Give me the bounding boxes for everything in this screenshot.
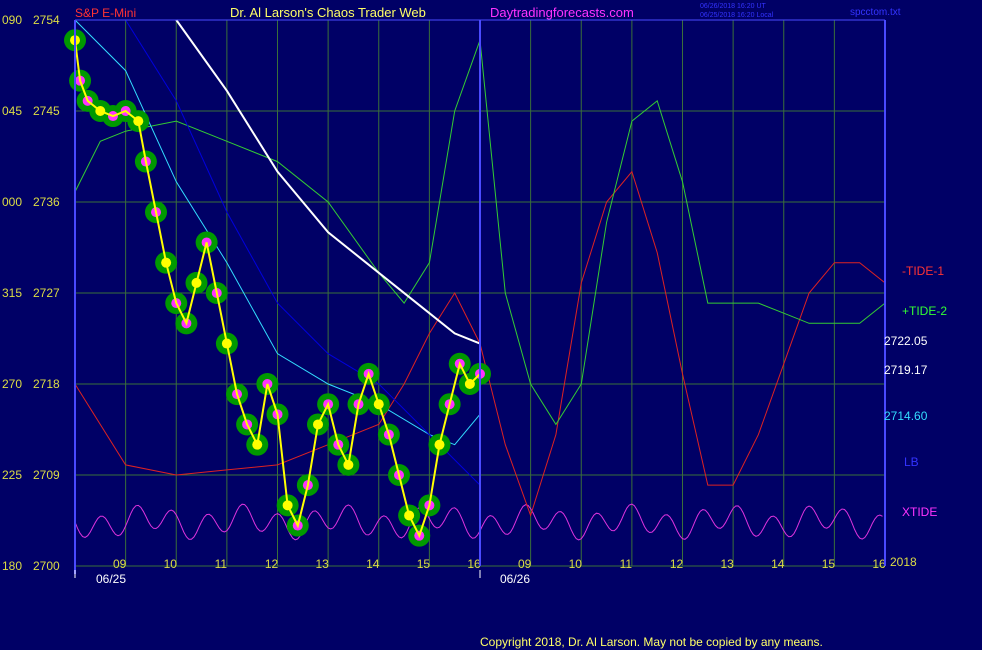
y-tick-left: 000 <box>2 195 22 209</box>
x-tick-label: 09 <box>518 557 532 571</box>
y-tick-price: 2745 <box>33 104 60 118</box>
x-tick-label: 15 <box>822 557 836 571</box>
x-tick-label: 14 <box>366 557 380 571</box>
x-tick-label: 10 <box>164 557 178 571</box>
y-tick-price: 2718 <box>33 377 60 391</box>
file-label: spcctom.txt <box>850 7 901 18</box>
y-tick-left: 315 <box>2 286 22 300</box>
x-tick-label: 16 <box>872 557 886 571</box>
x-tick-label: 11 <box>620 557 633 571</box>
x-tick-label: 09 <box>113 557 127 571</box>
chart: 090 2754 045 2745 000 2736 315 2727 270 2718 225 27… <box>2 3 947 649</box>
lb-label: LB <box>904 455 919 469</box>
series-lines <box>64 19 886 547</box>
y-tick-price: 2736 <box>33 195 60 209</box>
x-tick-label: 10 <box>569 557 583 571</box>
date-label-1: 06/25 <box>96 572 126 586</box>
chart-title: Dr. Al Larson's Chaos Trader Web <box>230 5 426 20</box>
symbol-label: S&P E-Mini <box>75 6 136 20</box>
xtide-line <box>74 503 883 541</box>
x-tick-label: 12 <box>670 557 684 571</box>
series-lb-line <box>125 19 481 486</box>
y-tick-price: 2727 <box>33 286 60 300</box>
x-tick-label: 11 <box>215 557 228 571</box>
xtide-label: XTIDE <box>902 505 937 519</box>
timestamp-local: 06/25/2018 16:20 Local <box>700 12 774 19</box>
y-tick-left: 090 <box>2 13 22 27</box>
timestamp-ut: 06/26/2018 16:20 UT <box>700 3 766 10</box>
x-tick-label: 12 <box>265 557 279 571</box>
y-tick-left: 225 <box>2 468 22 482</box>
date-label-2: 06/26 <box>500 572 530 586</box>
site-label: Daytradingforecasts.com <box>490 5 634 20</box>
y-tick-left: 270 <box>2 377 22 391</box>
y-tick-left: 180 <box>2 559 22 573</box>
y-tick-price: 2700 <box>33 559 60 573</box>
axes: 090 2754 045 2745 000 2736 315 2727 270 2718 225 27… <box>2 13 886 578</box>
x-tick-label: 14 <box>771 557 785 571</box>
x-tick-label: 13 <box>315 557 329 571</box>
copyright: Copyright 2018, Dr. Al Larson. May not b… <box>480 635 823 649</box>
value-label-1: 2722.05 <box>884 334 928 348</box>
value-label-3: 2714.60 <box>884 409 928 423</box>
x-tick-label: 16 <box>467 557 481 571</box>
year-label: 2018 <box>890 555 917 569</box>
tide2-label: +TIDE-2 <box>902 304 947 318</box>
y-tick-price: 2754 <box>33 13 60 27</box>
y-tick-left: 045 <box>2 104 22 118</box>
tide1-label: -TIDE-1 <box>902 264 944 278</box>
value-label-2: 2719.17 <box>884 363 928 377</box>
x-tick-label: 13 <box>720 557 734 571</box>
x-tick-label: 15 <box>417 557 431 571</box>
y-tick-price: 2709 <box>33 468 60 482</box>
